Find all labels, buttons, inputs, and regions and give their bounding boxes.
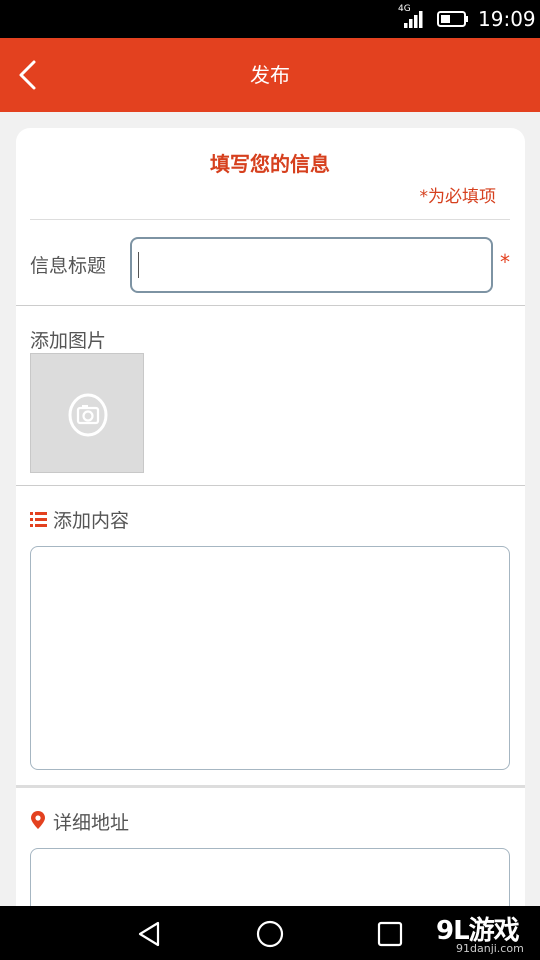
home-circle-icon[interactable] (254, 918, 286, 950)
signal-icon (404, 11, 423, 28)
list-icon (30, 512, 47, 527)
required-note: *为必填项 (419, 187, 497, 207)
form-header: 填写您的信息 *为必填项 (30, 128, 510, 220)
title-row: 信息标题 * (16, 220, 525, 306)
content-row: 添加内容 (16, 486, 525, 788)
address-input[interactable] (30, 848, 510, 906)
battery-icon (437, 11, 468, 27)
text-cursor (138, 252, 139, 278)
camera-icon (68, 393, 108, 437)
content-textarea[interactable] (30, 546, 510, 770)
title-label: 信息标题 (30, 255, 107, 277)
content-label: 添加内容 (53, 510, 130, 532)
address-label: 详细地址 (53, 812, 130, 834)
form-heading: 填写您的信息 (210, 152, 330, 176)
add-image-button[interactable] (30, 353, 144, 473)
status-bar: 4G 19:09 (0, 0, 540, 38)
location-pin-icon (31, 811, 45, 829)
form-card: 填写您的信息 *为必填项 信息标题 * 添加图片 添加内容 详细地址 (16, 128, 525, 906)
back-triangle-icon[interactable] (134, 918, 166, 950)
page-title: 发布 (250, 63, 290, 87)
image-row: 添加图片 (16, 306, 525, 486)
clock: 19:09 (478, 7, 536, 31)
required-star: * (500, 250, 510, 274)
title-input[interactable] (130, 237, 493, 293)
image-label: 添加图片 (30, 330, 107, 352)
form-scroll-area[interactable]: 填写您的信息 *为必填项 信息标题 * 添加图片 添加内容 详细地址 (0, 112, 540, 906)
watermark-site: 91danji.com (456, 942, 524, 955)
address-row: 详细地址 (16, 788, 525, 906)
watermark: 9L游戏 91danji.com (432, 906, 540, 960)
recents-square-icon[interactable] (374, 918, 406, 950)
app-bar: 发布 (0, 38, 540, 112)
